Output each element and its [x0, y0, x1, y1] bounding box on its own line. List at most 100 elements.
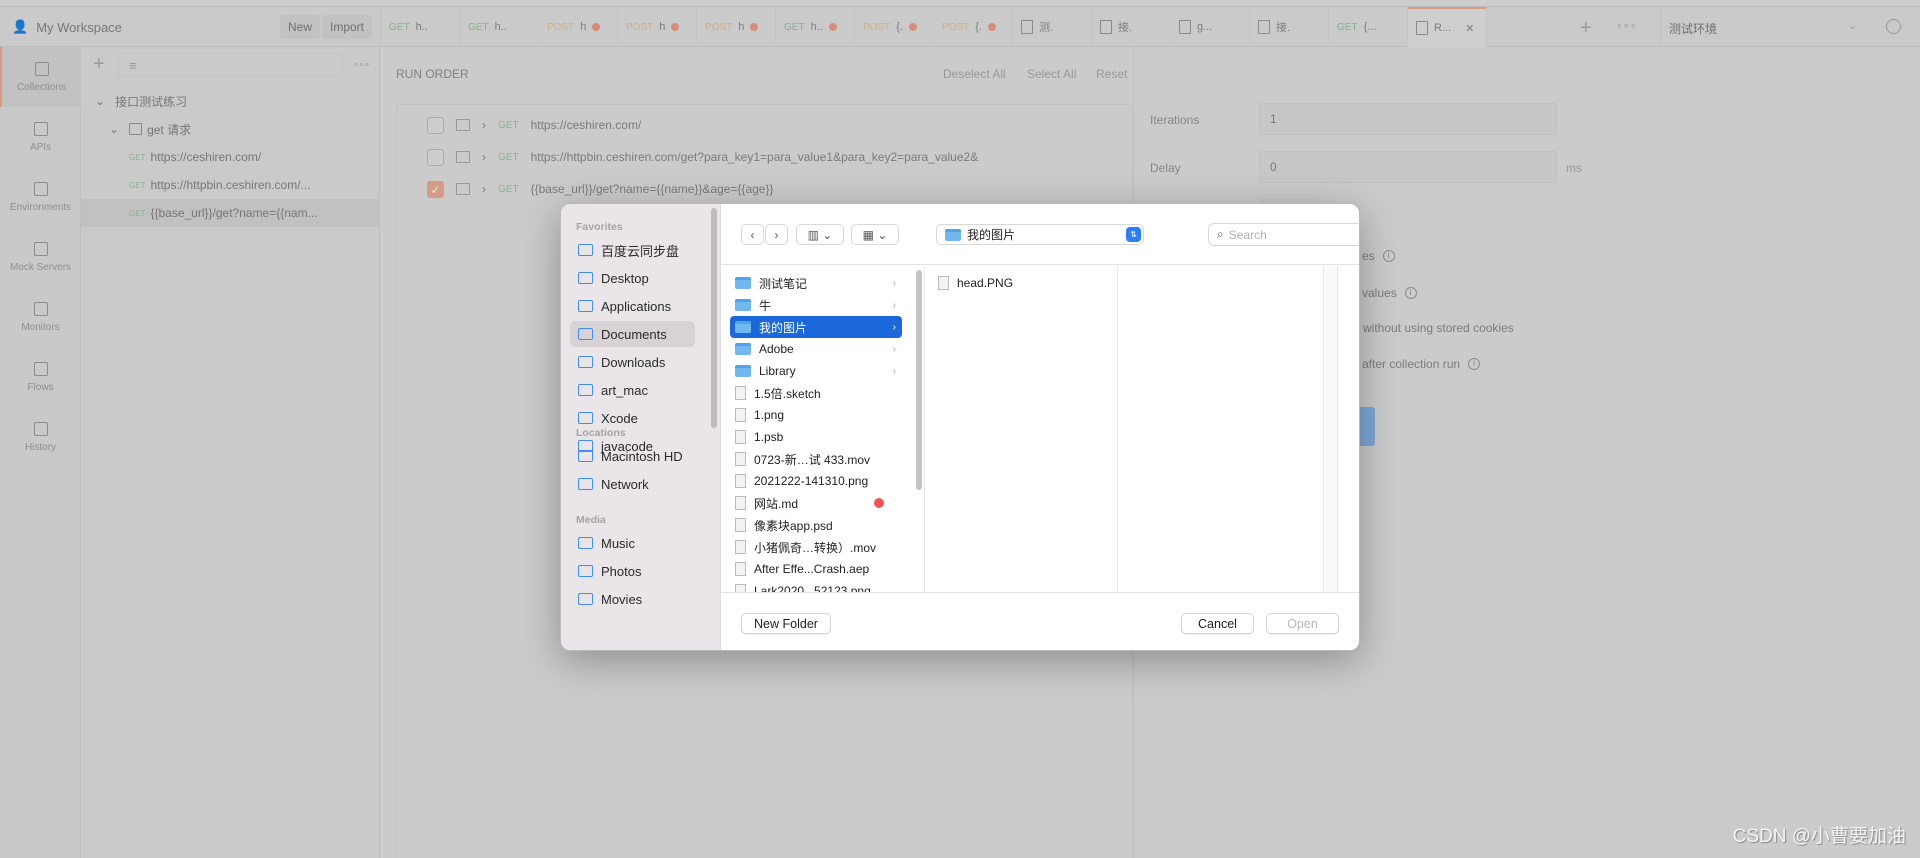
sidebar-scrollbar[interactable]	[711, 208, 717, 428]
tab-7[interactable]: POST {.	[934, 7, 1013, 47]
eye-icon[interactable]	[1886, 19, 1901, 34]
tab-1[interactable]: GET h..	[460, 7, 539, 47]
folder-row[interactable]: 我的图片 ›	[730, 316, 902, 338]
tab-0[interactable]: GET h..	[381, 7, 460, 47]
reset-button[interactable]: Reset	[1096, 67, 1127, 81]
add-collection-icon[interactable]: +	[93, 53, 105, 76]
info-icon[interactable]: i	[1404, 287, 1417, 299]
sidebar-item-art-mac[interactable]: art_mac	[570, 377, 695, 403]
tab-10[interactable]: g...	[1171, 7, 1250, 47]
import-button[interactable]: Import	[322, 15, 373, 39]
rail-item-mock-servers[interactable]: Mock Servers	[0, 227, 81, 287]
rail-item-monitors[interactable]: Monitors	[0, 287, 81, 347]
file-row[interactable]: head.PNG	[933, 272, 1105, 294]
close-icon[interactable]: ✕	[1465, 22, 1474, 35]
workspace-switcher[interactable]: 👤 My Workspace	[12, 7, 122, 47]
file-row[interactable]: 1.psb	[730, 426, 902, 448]
rail-label: Mock Servers	[9, 261, 72, 273]
delay-input[interactable]: 0	[1259, 151, 1557, 183]
file-row[interactable]: 1.png	[730, 404, 902, 426]
back-button[interactable]: ‹	[741, 224, 764, 245]
folder-row[interactable]: 测试笔记 ›	[730, 272, 902, 294]
file-icon	[735, 386, 746, 400]
tab-8[interactable]: 测.	[1013, 7, 1092, 47]
path-selector[interactable]: 我的图片 ⇅	[936, 224, 1144, 245]
sidebar-item-applications[interactable]: Applications	[570, 293, 695, 319]
new-button[interactable]: New	[280, 15, 321, 39]
expand-chevron-icon[interactable]: ›	[482, 118, 486, 132]
forward-button[interactable]: ›	[765, 224, 788, 245]
file-row[interactable]: 2021222-141310.png	[730, 470, 902, 492]
search-input[interactable]: ⌕ Search	[1208, 223, 1359, 246]
sidebar-item-macintosh-hd[interactable]: Macintosh HD	[570, 443, 695, 469]
file-row[interactable]: 小猪佩奇…转换）.mov	[730, 536, 902, 558]
new-tab-icon[interactable]: +	[1580, 17, 1592, 40]
unsaved-dot	[671, 23, 680, 31]
rail-item-apis[interactable]: APIs	[0, 107, 81, 167]
sidebar-item-documents[interactable]: Documents	[570, 321, 695, 347]
method-badge: POST	[942, 21, 970, 33]
environment-selector[interactable]: 测试环境	[1669, 20, 1717, 37]
method-badge: GET	[129, 208, 146, 218]
sidebar-item-movies[interactable]: Movies	[570, 586, 695, 612]
tree-folder[interactable]: ⌄ get 请求	[81, 115, 380, 143]
rail-item-history[interactable]: History	[0, 407, 81, 467]
info-icon[interactable]: i	[1468, 358, 1481, 370]
rail-item-collections[interactable]: Collections	[0, 47, 81, 107]
sidebar-item-photos[interactable]: Photos	[570, 558, 695, 584]
new-folder-button[interactable]: New Folder	[741, 613, 831, 634]
tab-9[interactable]: 接.	[1092, 7, 1171, 47]
tree-collection[interactable]: ⌄ 接口测试练习	[81, 87, 380, 115]
column-view-button[interactable]: ▥ ⌄	[796, 224, 844, 245]
tab-2[interactable]: POST h	[539, 7, 618, 47]
tab-4[interactable]: POST h	[697, 7, 776, 47]
folder-row[interactable]: 牛 ›	[730, 294, 902, 316]
file-row[interactable]: After Effe...Crash.aep	[730, 558, 902, 580]
rail-item-environments[interactable]: Environments	[0, 167, 81, 227]
column-scrollbar[interactable]	[916, 270, 922, 490]
folder-row[interactable]: Adobe ›	[730, 338, 902, 360]
rail-item-flows[interactable]: Flows	[0, 347, 81, 407]
sidebar-item-desktop[interactable]: Desktop	[570, 265, 695, 291]
expand-chevron-icon[interactable]: ›	[482, 150, 486, 164]
file-row[interactable]: 网站.md	[730, 492, 902, 514]
file-row[interactable]: 0723-新…试 433.mov	[730, 448, 902, 470]
tree-request[interactable]: GET https://ceshiren.com/	[81, 143, 380, 171]
row-checkbox[interactable]	[427, 116, 444, 134]
more-options-icon[interactable]: ∘∘∘	[353, 59, 370, 70]
tab-13[interactable]: R... ✕	[1408, 7, 1487, 47]
row-checkbox[interactable]	[427, 148, 444, 166]
more-tabs-icon[interactable]: ∘∘∘	[1616, 19, 1637, 32]
group-view-button[interactable]: ▦ ⌄	[851, 224, 899, 245]
file-row[interactable]: Lark2020...52123.png	[730, 580, 902, 592]
file-row[interactable]: 像素块app.psd	[730, 514, 902, 536]
sidebar-item-music[interactable]: Music	[570, 530, 695, 556]
tab-6[interactable]: POST {.	[855, 7, 934, 47]
deselect-all-button[interactable]: Deselect All	[943, 67, 1006, 81]
open-button[interactable]: Open	[1266, 613, 1339, 634]
tab-5[interactable]: GET h..	[776, 7, 855, 47]
sidebar-item-downloads[interactable]: Downloads	[570, 349, 695, 375]
select-all-button[interactable]: Select All	[1027, 67, 1076, 81]
filter-input[interactable]: ≡	[118, 53, 343, 77]
tree-request[interactable]: GET https://httpbin.ceshiren.com/...	[81, 171, 380, 199]
iterations-input[interactable]: 1	[1259, 103, 1557, 135]
locations-heading: Locations	[576, 427, 626, 439]
sidebar-item--[interactable]: 百度云同步盘	[570, 237, 695, 263]
expand-chevron-icon[interactable]: ›	[482, 182, 486, 196]
sidebar-item-network[interactable]: Network	[570, 471, 695, 497]
file-row[interactable]: 1.5倍.sketch	[730, 382, 902, 404]
run-order-row: ✓ › GET {{base_url}}/get?name={{name}}&age=…	[427, 177, 773, 201]
tab-11[interactable]: 接.	[1250, 7, 1329, 47]
history-icon	[33, 421, 48, 436]
folder-row[interactable]: Library ›	[730, 360, 902, 382]
info-icon[interactable]: i	[1382, 250, 1395, 262]
cancel-button[interactable]: Cancel	[1181, 613, 1254, 634]
tab-3[interactable]: POST h	[618, 7, 697, 47]
row-checkbox[interactable]: ✓	[427, 180, 444, 198]
dialog-sidebar: Favorites 百度云同步盘 Desktop Applications Docume…	[561, 204, 721, 650]
chevron-down-icon[interactable]: ⌄	[1848, 19, 1857, 32]
tab-12[interactable]: GET {...	[1329, 7, 1408, 47]
item-label: Photos	[601, 563, 642, 579]
tree-request[interactable]: GET {{base_url}}/get?name={{nam...	[81, 199, 380, 227]
